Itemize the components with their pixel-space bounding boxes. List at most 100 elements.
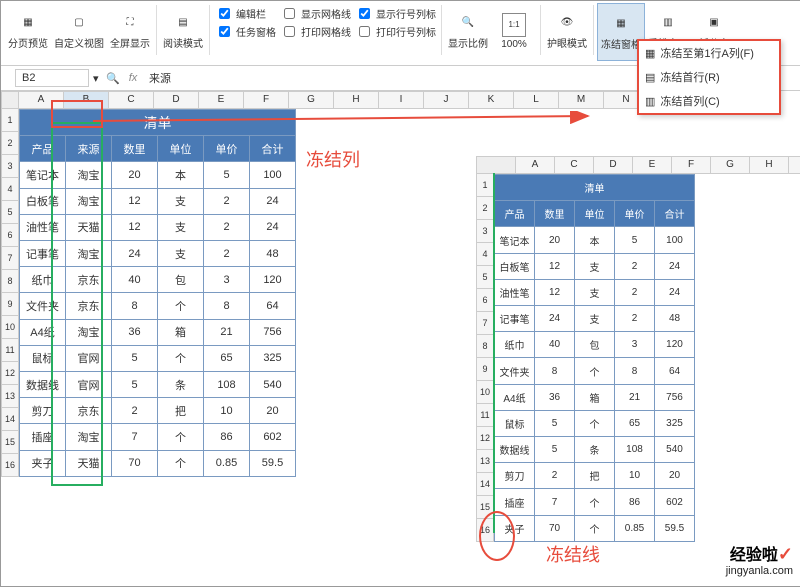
cell[interactable]: 24 xyxy=(112,241,158,267)
row-header[interactable]: 8 xyxy=(1,270,19,293)
cell[interactable]: 2 xyxy=(615,253,655,279)
cell[interactable]: A4纸 xyxy=(495,384,535,410)
cell[interactable]: 36 xyxy=(535,384,575,410)
cell[interactable]: 2 xyxy=(204,188,250,214)
cell[interactable]: 天猫 xyxy=(66,214,112,240)
cell[interactable]: 8 xyxy=(112,293,158,319)
row-header[interactable]: 2 xyxy=(476,197,494,220)
cell[interactable]: 20 xyxy=(535,227,575,253)
cell[interactable]: 36 xyxy=(112,319,158,345)
cell[interactable]: 24 xyxy=(535,306,575,332)
col-header[interactable]: C xyxy=(109,91,154,109)
name-box[interactable]: B2 xyxy=(15,69,89,87)
row-header[interactable]: 14 xyxy=(1,408,19,431)
row-header[interactable]: 4 xyxy=(476,243,494,266)
row-header[interactable]: 13 xyxy=(1,385,19,408)
cell[interactable]: 8 xyxy=(615,358,655,384)
col-header[interactable] xyxy=(1,91,19,109)
cell[interactable]: 油性笔 xyxy=(495,279,535,305)
cell[interactable]: 个 xyxy=(158,293,204,319)
row-header[interactable]: 7 xyxy=(1,247,19,270)
freeze-first-row-item[interactable]: ▤冻结首行(R) xyxy=(639,65,779,89)
cell[interactable]: 条 xyxy=(575,437,615,463)
col-header[interactable]: A xyxy=(516,156,555,174)
cell[interactable]: 12 xyxy=(535,253,575,279)
cell[interactable]: 记事笔 xyxy=(495,306,535,332)
cell[interactable]: A4纸 xyxy=(20,319,66,345)
cell[interactable]: 2 xyxy=(615,279,655,305)
row-header[interactable]: 8 xyxy=(476,335,494,358)
row-header[interactable]: 11 xyxy=(476,404,494,427)
cell[interactable]: 京东 xyxy=(66,267,112,293)
cell[interactable]: 淘宝 xyxy=(66,319,112,345)
cell[interactable]: 个 xyxy=(575,489,615,515)
cell[interactable]: 48 xyxy=(250,241,296,267)
cell[interactable]: 油性笔 xyxy=(20,214,66,240)
cell[interactable]: 2 xyxy=(204,241,250,267)
cell[interactable]: 支 xyxy=(575,253,615,279)
cell[interactable]: 数据线 xyxy=(495,437,535,463)
col-header[interactable]: I xyxy=(789,156,800,174)
cell[interactable]: 记事笔 xyxy=(20,241,66,267)
cell[interactable]: 个 xyxy=(575,358,615,384)
cell[interactable]: 纸巾 xyxy=(20,267,66,293)
read-mode-button[interactable]: ▤阅读模式 xyxy=(160,3,206,59)
col-header[interactable]: F xyxy=(672,156,711,174)
col-header[interactable]: M xyxy=(559,91,604,109)
cell[interactable]: 笔记本 xyxy=(20,162,66,188)
col-header[interactable]: G xyxy=(711,156,750,174)
row-header[interactable]: 6 xyxy=(1,224,19,247)
row-header[interactable]: 3 xyxy=(1,155,19,178)
cell[interactable]: 24 xyxy=(250,214,296,240)
row-header[interactable]: 3 xyxy=(476,220,494,243)
col-header[interactable]: E xyxy=(199,91,244,109)
col-header[interactable]: H xyxy=(750,156,789,174)
cell[interactable]: 京东 xyxy=(66,398,112,424)
col-header[interactable]: J xyxy=(424,91,469,109)
col-header[interactable]: B xyxy=(64,91,109,109)
cell[interactable]: 支 xyxy=(575,306,615,332)
cell[interactable]: 箱 xyxy=(158,319,204,345)
cell[interactable]: 24 xyxy=(250,188,296,214)
cell[interactable]: 支 xyxy=(158,241,204,267)
col-header[interactable]: A xyxy=(19,91,64,109)
cell[interactable]: 天猫 xyxy=(66,450,112,476)
cell[interactable]: 756 xyxy=(655,384,695,410)
cell[interactable]: 70 xyxy=(112,450,158,476)
cell[interactable]: 文件夹 xyxy=(20,293,66,319)
col-header[interactable]: D xyxy=(594,156,633,174)
row-header[interactable]: 11 xyxy=(1,339,19,362)
col-header[interactable]: C xyxy=(555,156,594,174)
cell[interactable]: 20 xyxy=(112,162,158,188)
cell[interactable]: 120 xyxy=(655,332,695,358)
col-header[interactable]: I xyxy=(379,91,424,109)
cell[interactable]: 5 xyxy=(535,410,575,436)
cell[interactable]: 86 xyxy=(204,424,250,450)
cell[interactable]: 21 xyxy=(204,319,250,345)
cell[interactable]: 淘宝 xyxy=(66,188,112,214)
cell[interactable]: 白板笔 xyxy=(20,188,66,214)
cell[interactable]: 0.85 xyxy=(204,450,250,476)
col-header[interactable] xyxy=(476,156,516,174)
formula-bar-checkbox[interactable]: 编辑栏 xyxy=(215,5,276,22)
cell[interactable]: 个 xyxy=(158,424,204,450)
row-header[interactable]: 9 xyxy=(476,358,494,381)
cell[interactable]: 5 xyxy=(535,437,575,463)
row-header[interactable]: 2 xyxy=(1,132,19,155)
task-pane-checkbox[interactable]: 任务窗格 xyxy=(215,23,276,40)
cell[interactable]: 65 xyxy=(615,410,655,436)
cell[interactable]: 5 xyxy=(112,345,158,371)
zoom-100-button[interactable]: 1:1100% xyxy=(491,3,537,59)
namebox-dropdown-icon[interactable]: ▾ xyxy=(93,72,103,85)
cell[interactable]: 40 xyxy=(112,267,158,293)
cell[interactable]: 64 xyxy=(655,358,695,384)
cell[interactable]: 箱 xyxy=(575,384,615,410)
cell[interactable]: 108 xyxy=(615,437,655,463)
row-header[interactable]: 4 xyxy=(1,178,19,201)
cell[interactable]: 540 xyxy=(250,372,296,398)
cell[interactable]: 12 xyxy=(112,188,158,214)
cell[interactable]: 70 xyxy=(535,515,575,541)
row-header[interactable]: 5 xyxy=(476,266,494,289)
cell[interactable]: 个 xyxy=(158,450,204,476)
row-header[interactable]: 12 xyxy=(476,427,494,450)
